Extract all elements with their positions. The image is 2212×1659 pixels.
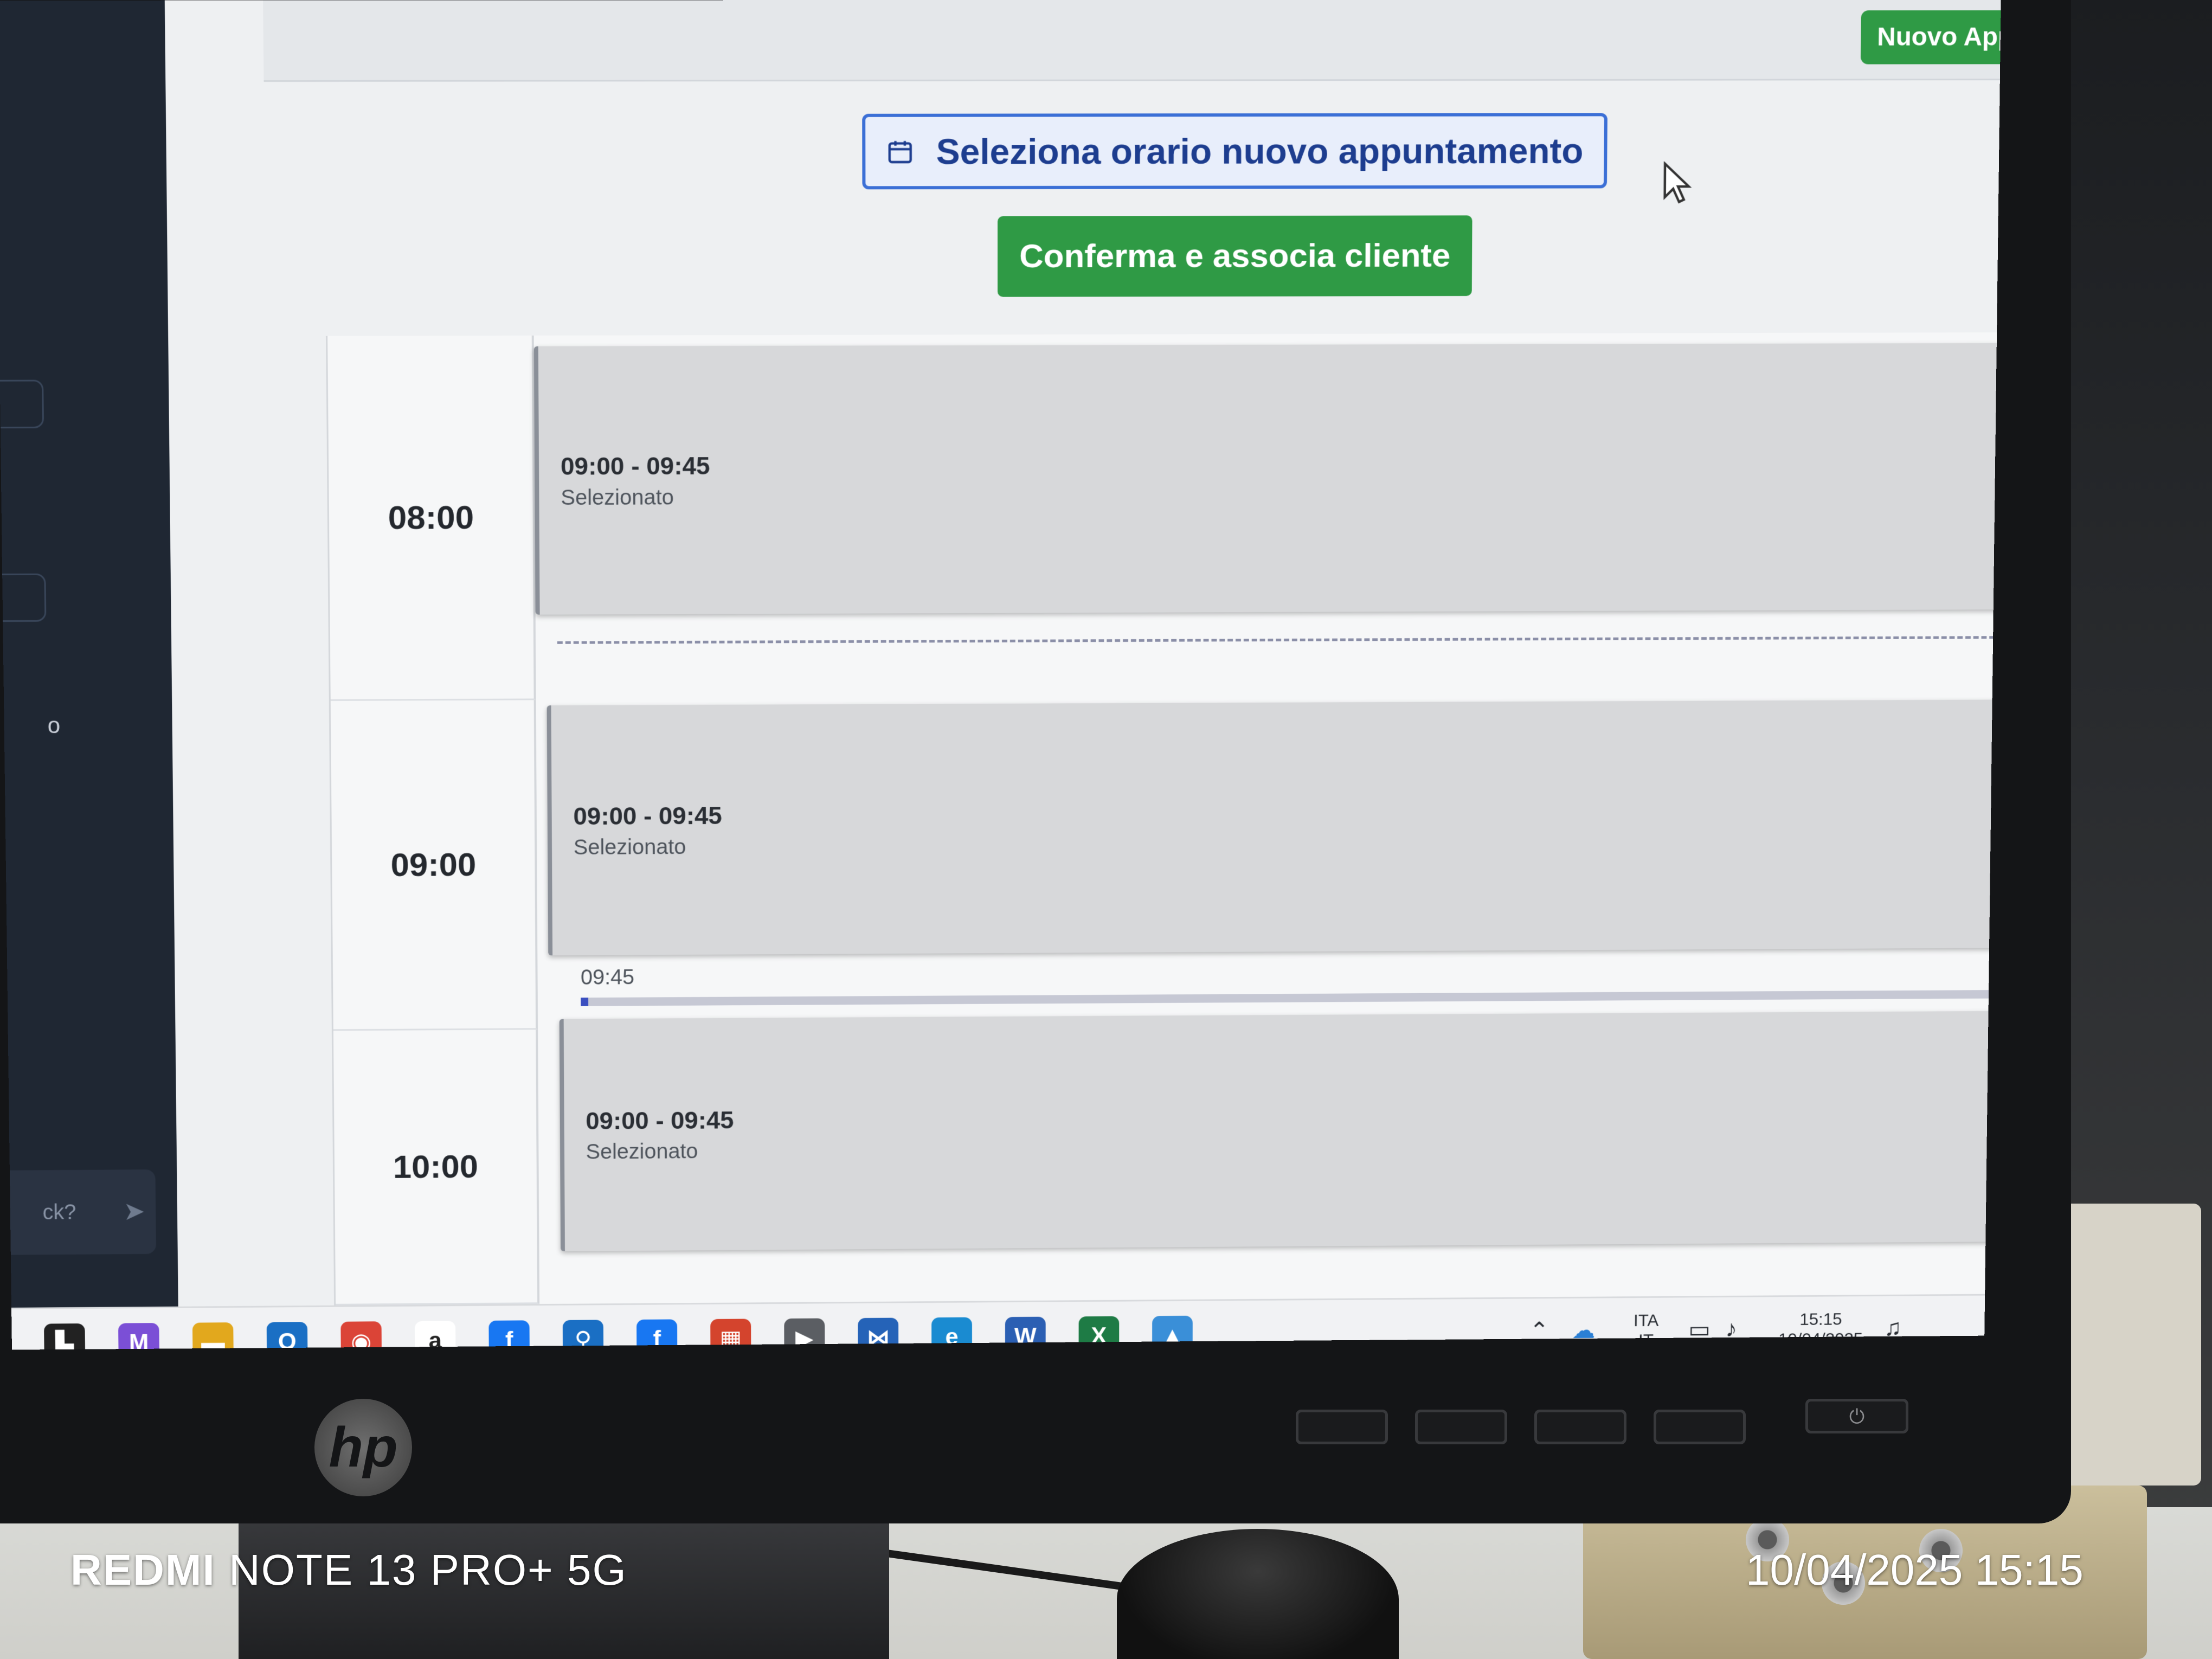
connect-icon[interactable]: ⋈ bbox=[858, 1317, 899, 1350]
photo-timestamp: 10/04/2025 15:15 bbox=[1746, 1546, 2084, 1594]
file-explorer-icon[interactable]: ▬ bbox=[192, 1322, 234, 1350]
media-player-icon[interactable]: ▶ bbox=[784, 1318, 825, 1350]
phone-brand: REDMI bbox=[70, 1546, 216, 1594]
sidebar-item[interactable] bbox=[2, 573, 47, 622]
select-time-label: Seleziona orario nuovo appuntamento bbox=[936, 131, 1584, 172]
outlook-icon[interactable]: O bbox=[266, 1322, 308, 1350]
mouse-cursor-icon bbox=[1661, 162, 1693, 204]
network-icon[interactable]: ▭ bbox=[1688, 1316, 1711, 1343]
top-bar bbox=[263, 0, 2001, 82]
chrome-icon[interactable]: ◉ bbox=[340, 1321, 382, 1350]
hp-logo: hp bbox=[314, 1399, 412, 1496]
appointment-status: Selezionato bbox=[573, 835, 686, 859]
appointment-status: Selezionato bbox=[586, 1139, 698, 1163]
day-calendar: 08:00 09:00 10:00 09:00 - 09:45 Selezion… bbox=[326, 332, 2001, 1306]
chevron-up-icon[interactable]: ⌃ bbox=[1529, 1317, 1549, 1344]
language-indicator[interactable]: ITA IT bbox=[1625, 1310, 1668, 1350]
sidebar-item[interactable] bbox=[0, 380, 44, 429]
hour-label: 10:00 bbox=[333, 1030, 540, 1306]
power-button-icon[interactable]: ⏻ bbox=[1805, 1399, 1908, 1433]
language-code: ITA bbox=[1633, 1310, 1659, 1330]
current-time-label: 09:45 bbox=[580, 966, 635, 989]
current-time-indicator bbox=[581, 990, 1991, 1006]
search-icon[interactable]: ⚲ bbox=[562, 1320, 604, 1350]
appointment-block[interactable]: 09:00 - 09:45 Selezionato bbox=[546, 699, 2001, 956]
onedrive-icon[interactable]: ☁ bbox=[1572, 1317, 1595, 1343]
photos-icon[interactable]: ▲ bbox=[1152, 1315, 1193, 1350]
hour-label: 09:00 bbox=[330, 700, 538, 1031]
calendar-icon bbox=[886, 138, 915, 166]
facebook-icon[interactable]: f bbox=[488, 1320, 530, 1350]
left-sidebar: o ck? ➤ bbox=[0, 0, 178, 1308]
appointment-block[interactable]: 09:00 - 09:45 Selezionato bbox=[533, 343, 2001, 615]
task-view-icon[interactable]: ▙ bbox=[44, 1323, 86, 1350]
edge-icon[interactable]: e bbox=[931, 1317, 972, 1350]
monitor: o ck? ➤ Nuovo Appuntamento Seleziona ora… bbox=[0, 0, 2071, 1523]
monitor-button[interactable] bbox=[1534, 1410, 1626, 1444]
clock-date: 10/04/2025 bbox=[1778, 1329, 1863, 1349]
excel-icon[interactable]: X bbox=[1078, 1316, 1120, 1350]
screen: o ck? ➤ Nuovo Appuntamento Seleziona ora… bbox=[0, 0, 2001, 1350]
clock-time: 15:15 bbox=[1799, 1309, 1842, 1329]
select-time-button[interactable]: Seleziona orario nuovo appuntamento bbox=[862, 113, 1607, 190]
appointment-status: Selezionato bbox=[561, 485, 674, 510]
camera-watermark: REDMI NOTE 13 PRO+ 5G bbox=[70, 1545, 627, 1595]
sidebar-label: o bbox=[47, 712, 61, 738]
appointment-block[interactable]: 09:00 - 09:45 Selezionato bbox=[559, 1011, 2001, 1251]
hour-label: 08:00 bbox=[327, 335, 536, 701]
time-divider bbox=[557, 635, 2001, 644]
notification-bell-icon[interactable]: ♫ bbox=[1884, 1315, 1902, 1341]
m365-icon[interactable]: MM365 bbox=[118, 1323, 160, 1350]
store-icon[interactable]: ▦ bbox=[710, 1319, 751, 1350]
appointment-time: 09:00 - 09:45 bbox=[586, 1105, 734, 1135]
monitor-button[interactable] bbox=[1415, 1410, 1507, 1444]
monitor-button[interactable] bbox=[1654, 1410, 1746, 1444]
main-content: Nuovo Appuntamento Seleziona orario nuov… bbox=[164, 0, 2001, 1307]
confirm-associate-client-button[interactable]: Conferma e associa cliente bbox=[998, 215, 1472, 297]
keyboard-layout: IT bbox=[1638, 1330, 1654, 1350]
appointment-time: 09:00 - 09:45 bbox=[573, 801, 722, 830]
volume-icon[interactable]: ♪ bbox=[1725, 1316, 1737, 1342]
clock[interactable]: 15:15 10/04/2025 bbox=[1767, 1309, 1874, 1349]
phone-model: NOTE 13 PRO+ 5G bbox=[229, 1546, 627, 1594]
word-icon[interactable]: W bbox=[1005, 1316, 1046, 1350]
monitor-button[interactable] bbox=[1296, 1410, 1388, 1444]
send-icon[interactable]: ➤ bbox=[118, 1196, 150, 1228]
new-appointment-button[interactable]: Nuovo Appuntamento bbox=[1860, 10, 2001, 65]
facebook-icon[interactable]: f bbox=[636, 1319, 678, 1350]
amazon-icon[interactable]: a bbox=[414, 1321, 456, 1350]
appointment-time: 09:00 - 09:45 bbox=[560, 451, 710, 480]
